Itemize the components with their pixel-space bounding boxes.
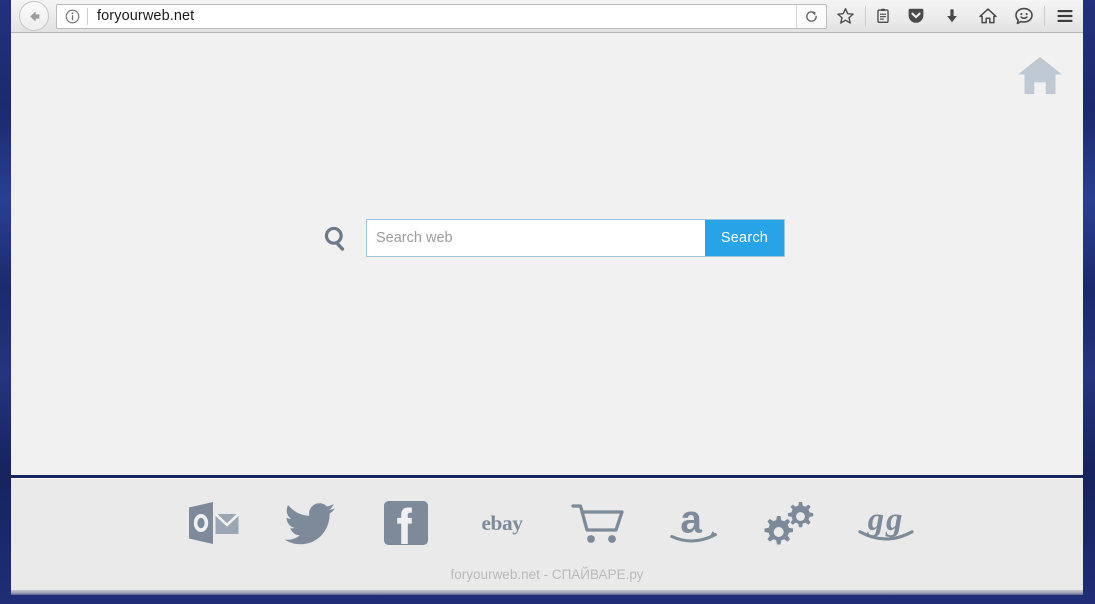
sync-smiley-icon bbox=[1015, 7, 1033, 25]
shortcut-twitter[interactable] bbox=[280, 494, 340, 552]
svg-text:ebay: ebay bbox=[481, 511, 523, 535]
outlook-icon bbox=[189, 502, 240, 544]
info-circle-icon bbox=[65, 9, 80, 23]
gears-icon bbox=[764, 502, 814, 545]
home-button[interactable] bbox=[970, 1, 1006, 32]
reload-icon bbox=[806, 10, 817, 22]
hamburger-menu-icon bbox=[1057, 10, 1073, 22]
shortcut-amazon[interactable]: a bbox=[664, 494, 724, 552]
ebay-icon: ebay bbox=[481, 511, 523, 535]
search-input[interactable] bbox=[367, 220, 705, 256]
shortcut-settings[interactable] bbox=[760, 494, 820, 552]
shortcut-shopping-cart[interactable] bbox=[568, 494, 628, 552]
twitter-icon bbox=[284, 503, 335, 545]
cart-icon bbox=[571, 504, 624, 543]
downloads-icon bbox=[947, 9, 957, 23]
sync-account-button[interactable] bbox=[1006, 1, 1042, 32]
search-magnifier-icon bbox=[322, 224, 351, 253]
amazon-icon: a bbox=[670, 499, 718, 543]
search-form: Search bbox=[366, 219, 785, 257]
back-arrow-icon bbox=[29, 10, 39, 22]
browser-toolbar-icons bbox=[827, 0, 1083, 32]
reader-view-icon bbox=[877, 8, 889, 23]
reader-view-button[interactable] bbox=[868, 1, 898, 32]
bookmark-star-icon bbox=[836, 7, 854, 24]
browser-navigation-toolbar: foryourweb.net bbox=[11, 0, 1083, 33]
shortcut-icon-row: ebay a gg bbox=[11, 479, 1083, 567]
shortcut-ebay[interactable]: ebay bbox=[472, 494, 532, 552]
back-button[interactable] bbox=[19, 1, 49, 31]
page-content-area: Search bbox=[11, 33, 1083, 475]
url-text: foryourweb.net bbox=[97, 8, 195, 24]
pocket-icon bbox=[908, 8, 924, 23]
search-button[interactable]: Search bbox=[705, 220, 784, 256]
shortcut-gg[interactable]: gg bbox=[856, 494, 916, 552]
browser-window: foryourweb.net Search web Search ebay a … bbox=[11, 0, 1083, 595]
gg-icon: gg bbox=[858, 502, 914, 541]
svg-text:a: a bbox=[680, 499, 702, 542]
facebook-icon bbox=[384, 501, 428, 545]
pocket-button[interactable] bbox=[898, 1, 934, 32]
toolbar-divider bbox=[1044, 6, 1045, 26]
hamburger-menu-button[interactable] bbox=[1047, 1, 1083, 32]
page-home-icon[interactable] bbox=[1017, 54, 1063, 103]
shortcut-outlook[interactable] bbox=[184, 494, 244, 552]
toolbar-divider bbox=[865, 6, 866, 26]
shortcut-facebook[interactable] bbox=[376, 494, 436, 552]
url-bar[interactable]: foryourweb.net bbox=[56, 3, 827, 29]
bookmark-star-button[interactable] bbox=[827, 1, 863, 32]
site-identity-button[interactable] bbox=[57, 5, 87, 28]
home-icon bbox=[979, 8, 997, 24]
footer-shortcut-panel: ebay a gg foryourweb.net - СПАЙВАРЕ.ру bbox=[11, 478, 1083, 590]
home-icon bbox=[1018, 57, 1062, 94]
window-bottom-edge bbox=[11, 590, 1083, 595]
search-row: Search bbox=[322, 219, 785, 257]
reload-button[interactable] bbox=[796, 4, 826, 28]
footer-watermark: foryourweb.net - СПАЙВАРЕ.ру bbox=[450, 567, 644, 582]
downloads-button[interactable] bbox=[934, 1, 970, 32]
svg-text:gg: gg bbox=[867, 502, 905, 538]
